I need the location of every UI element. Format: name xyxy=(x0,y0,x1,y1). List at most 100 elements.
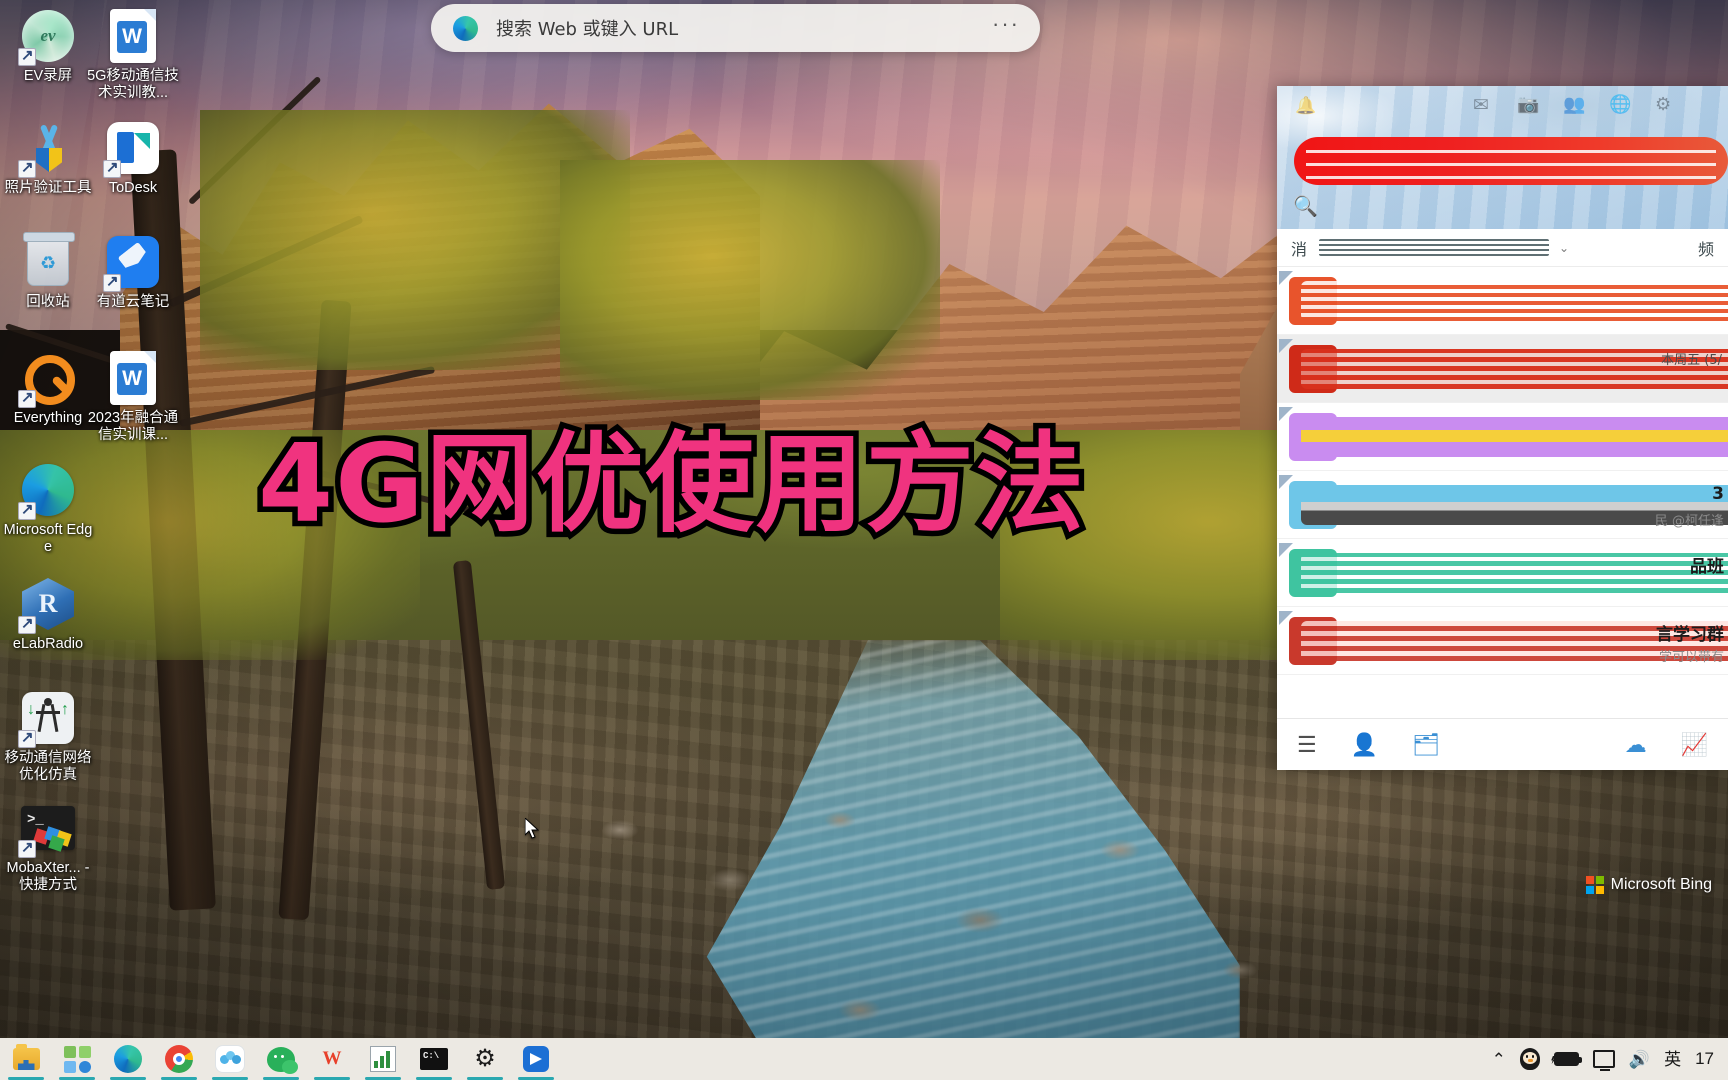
wechat-body: 消 ⌄ 频 本周五 (5/ 3 民 @柯任逢 品班 言学习群 学可以带有 ☰ 👤… xyxy=(1277,229,1728,770)
wechat-bottom-toolbar[interactable]: ☰ 👤 🗂 ☁ 📈 xyxy=(1277,718,1728,770)
taskbar[interactable]: W ⚙ ⌃ 🔊 英 17 xyxy=(0,1038,1728,1080)
shortcut-arrow-icon xyxy=(103,272,121,292)
terminal-icon xyxy=(420,1048,448,1070)
conversation-subtitle: 民 @柯任逢 xyxy=(1654,514,1724,529)
desktop-icon-todesk[interactable]: ToDesk xyxy=(85,120,181,197)
desktop-icon-mobile-network-sim[interactable]: ↓↑ 移动通信网络优化仿真 xyxy=(0,690,96,784)
wechat-filter-bar[interactable]: 消 ⌄ 频 xyxy=(1277,229,1728,267)
taskbar-cloud-app[interactable] xyxy=(212,1043,248,1080)
cloud-icon[interactable]: ☁ xyxy=(1625,732,1647,758)
favorites-icon[interactable]: 🗂 xyxy=(1412,732,1440,758)
microsoft-logo-icon xyxy=(1585,876,1604,894)
desktop-icon-label: eLabRadio xyxy=(12,636,84,652)
desktop-icon-microsoft-edge[interactable]: Microsoft Edge xyxy=(0,462,96,556)
desktop-icon-elabradio[interactable]: R eLabRadio xyxy=(0,576,96,653)
todesk-icon xyxy=(103,120,161,178)
ime-indicator[interactable]: 英 xyxy=(1664,1051,1681,1068)
shortcut-arrow-icon xyxy=(103,158,121,178)
taskbar-file-explorer[interactable] xyxy=(8,1043,44,1080)
word-document-icon: W xyxy=(105,350,161,406)
battery-icon[interactable] xyxy=(1553,1052,1582,1066)
taskbar-google-chrome[interactable] xyxy=(161,1043,197,1080)
display-icon[interactable] xyxy=(1592,1050,1615,1071)
elabradio-icon: R xyxy=(18,576,76,634)
trend-icon[interactable]: 📈 xyxy=(1681,732,1708,758)
search-icon[interactable]: 🔍 xyxy=(1293,194,1318,219)
wechat-conversation-row[interactable]: 品班 xyxy=(1277,539,1728,607)
wechat-conversation-row[interactable]: 本周五 (5/ xyxy=(1277,335,1728,403)
desktop-screen: 4G网优使用方法 Microsoft Bing ev EV录屏 W 5G移动通信… xyxy=(0,0,1728,1080)
app-tiles-icon xyxy=(63,1045,91,1073)
shortcut-arrow-icon xyxy=(18,728,36,748)
conversation-title: 3 xyxy=(1712,484,1724,504)
settings-icon[interactable]: ⚙ xyxy=(1655,94,1671,115)
wechat-conversation-row[interactable]: 言学习群 学可以带有 xyxy=(1277,607,1728,675)
taskbar-wechat[interactable] xyxy=(263,1043,299,1080)
bing-watermark: Microsoft Bing xyxy=(1585,876,1712,894)
globe-icon[interactable]: 🌐 xyxy=(1609,94,1631,115)
conversation-title: 言学习群 xyxy=(1656,625,1724,645)
desktop-icon-label: Everything xyxy=(13,410,83,426)
desktop-icon-label: 移动通信网络优化仿真 xyxy=(4,750,92,783)
bing-watermark-label: Microsoft Bing xyxy=(1610,876,1712,893)
taskbar-app-strip[interactable]: W ⚙ xyxy=(0,1038,554,1080)
tray-expand-chevron-icon[interactable]: ⌃ xyxy=(1492,1051,1506,1068)
wallpaper-rocks xyxy=(560,790,1380,1080)
taskbar-settings[interactable]: ⚙ xyxy=(467,1043,503,1080)
taskbar-todesk[interactable] xyxy=(518,1043,554,1080)
desktop-icon-label: EV录屏 xyxy=(23,68,73,84)
desktop-icon-2023-doc[interactable]: W 2023年融合通信实训课... xyxy=(85,350,181,444)
taskbar-wps-office[interactable]: W xyxy=(314,1043,350,1080)
desktop-icon-mobaxterm[interactable]: >_ MobaXter... - 快捷方式 xyxy=(0,800,96,894)
chart-app-icon xyxy=(370,1046,396,1072)
edge-logo-icon xyxy=(453,15,478,41)
edge-more-button[interactable]: ··· xyxy=(986,11,1026,45)
edge-search-bar[interactable]: 搜索 Web 或键入 URL ··· xyxy=(431,4,1040,52)
wechat-icon xyxy=(267,1046,298,1074)
todesk-icon xyxy=(523,1046,549,1072)
desktop-icon-label: 有道云笔记 xyxy=(96,294,170,310)
bell-icon[interactable]: 🔔 xyxy=(1295,96,1316,116)
edge-search-placeholder[interactable]: 搜索 Web 或键入 URL xyxy=(496,15,986,41)
mobaxterm-icon: >_ xyxy=(18,800,76,858)
wechat-conversation-row[interactable]: 3 民 @柯任逢 xyxy=(1277,471,1728,539)
redacted-text-smear xyxy=(1301,553,1728,593)
wechat-conversation-row[interactable] xyxy=(1277,267,1728,335)
mouse-cursor xyxy=(525,818,539,840)
taskbar-terminal[interactable] xyxy=(416,1043,452,1080)
redacted-text-smear xyxy=(1301,281,1728,321)
chevron-down-icon[interactable]: ⌄ xyxy=(1559,241,1569,255)
shortcut-arrow-icon xyxy=(18,500,36,520)
wechat-conversation-row[interactable] xyxy=(1277,403,1728,471)
desktop-icon-youdao-note[interactable]: 有道云笔记 xyxy=(85,234,181,311)
mail-icon[interactable]: ✉ xyxy=(1473,94,1489,117)
youdao-note-icon xyxy=(103,234,161,292)
gear-icon: ⚙ xyxy=(474,1045,496,1072)
qq-icon[interactable] xyxy=(1519,1048,1540,1070)
wechat-panel[interactable]: 🔔 ✉ 📷 👥 🌐 ⚙ 🔍 消 ⌄ 频 本周五 (5/ 3 民 @柯任逢 品班 … xyxy=(1277,86,1728,770)
chrome-browser-icon xyxy=(165,1045,193,1073)
desktop-icon-label: Microsoft Edge xyxy=(3,522,93,555)
desktop-icon-5g-doc[interactable]: W 5G移动通信技术实训教... xyxy=(85,8,181,102)
shortcut-arrow-icon xyxy=(18,46,36,66)
wps-office-icon: W xyxy=(322,1048,342,1069)
desktop-icon-everything[interactable]: Everything xyxy=(0,350,96,427)
camera-icon[interactable]: 📷 xyxy=(1517,94,1539,115)
wechat-filter-selected-label: 消 xyxy=(1291,239,1308,259)
desktop-icon-ev-recorder[interactable]: ev EV录屏 xyxy=(0,8,96,85)
cloud-app-icon xyxy=(216,1046,244,1072)
add-contact-icon[interactable]: 👤 xyxy=(1351,732,1378,758)
wechat-filter-right-label[interactable]: 频 xyxy=(1698,236,1714,260)
conversation-subtitle: 学可以带有 xyxy=(1658,650,1724,665)
group-icon[interactable]: 👥 xyxy=(1563,94,1585,115)
taskbar-app-tiles[interactable] xyxy=(59,1043,95,1080)
volume-icon[interactable]: 🔊 xyxy=(1629,1051,1650,1068)
taskbar-microsoft-edge[interactable] xyxy=(110,1043,146,1080)
desktop-icon-recycle-bin[interactable]: ♻ 回收站 xyxy=(0,232,96,311)
desktop-icon-photo-verify[interactable]: 照片验证工具 xyxy=(0,120,96,197)
edge-browser-icon xyxy=(114,1045,142,1073)
system-tray[interactable]: ⌃ 🔊 英 17 xyxy=(1492,1048,1728,1071)
menu-icon[interactable]: ☰ xyxy=(1297,732,1317,758)
taskbar-clock[interactable]: 17 xyxy=(1695,1049,1714,1069)
taskbar-chart-app[interactable] xyxy=(365,1043,401,1080)
